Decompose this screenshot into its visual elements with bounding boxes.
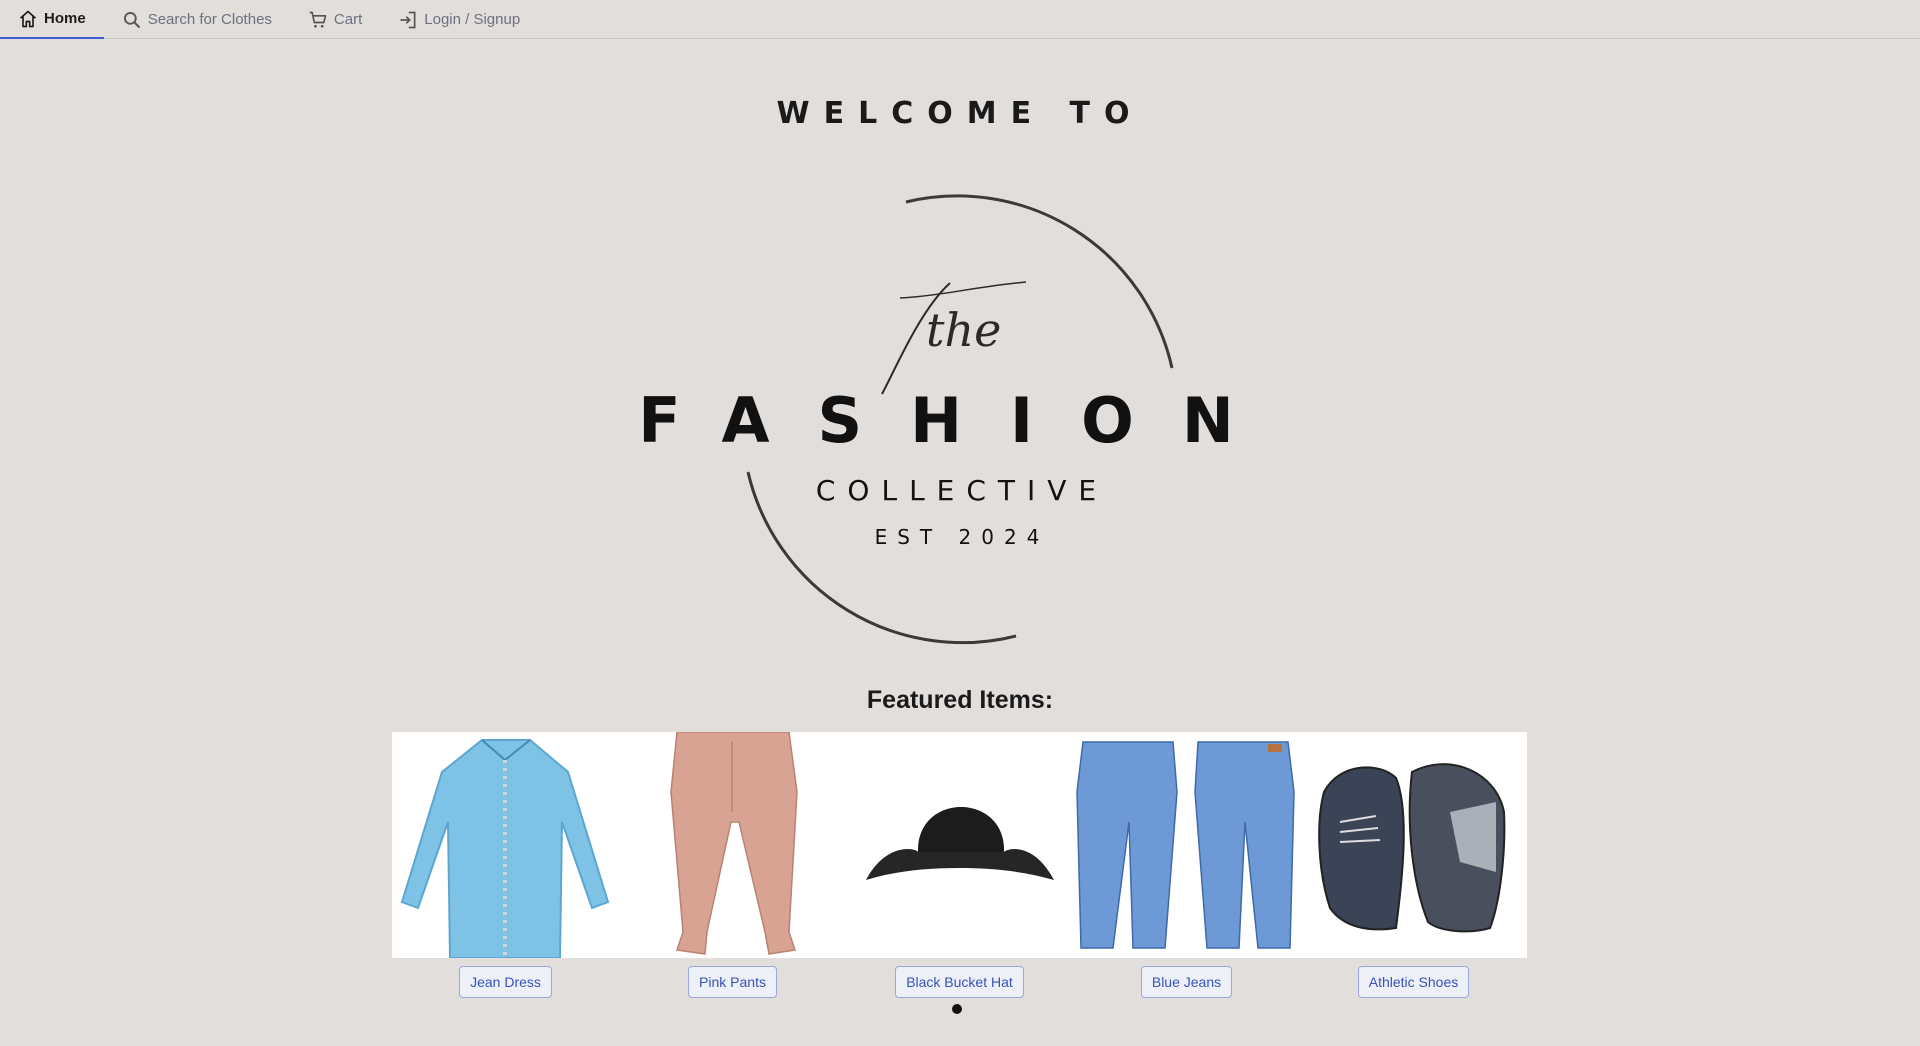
nav-search[interactable]: Search for Clothes [104,0,290,39]
nav-cart-label: Cart [333,11,363,28]
item-pink-pants-button[interactable]: Pink Pants [688,966,777,998]
nav-home[interactable]: Home [0,0,104,39]
featured-labels: Jean Dress Pink Pants Black Bucket Hat B… [392,966,1527,998]
logo-script: the [926,303,1001,357]
search-icon [123,11,140,28]
nav-search-label: Search for Clothes [147,11,272,28]
logo-sub: COLLECTIVE [816,474,1108,507]
athletic-shoes-image[interactable] [1300,732,1527,958]
cart-icon [309,11,327,28]
pink-pants-image[interactable] [619,732,846,958]
nav-login-label: Login / Signup [424,11,521,28]
item-jean-dress-button[interactable]: Jean Dress [459,966,552,998]
featured-carousel[interactable] [392,732,1527,958]
featured-title: Featured Items: [866,686,1054,714]
jean-dress-image[interactable] [392,732,619,958]
brand-logo: the FASHION COLLECTIVE EST 2024 [638,194,1281,645]
top-nav: Home Search for Clothes Cart Login / Sig… [0,0,1920,39]
blue-jeans-image[interactable] [1073,732,1300,958]
carousel-page-dot[interactable] [952,1004,962,1014]
welcome-heading: WELCOME TO [776,96,1144,131]
home-icon [19,10,37,27]
item-bucket-hat-button[interactable]: Black Bucket Hat [895,966,1024,998]
logo-main: FASHION [638,384,1281,457]
nav-cart[interactable]: Cart [290,0,380,39]
logo-est: EST 2024 [875,525,1050,549]
bucket-hat-image[interactable] [846,732,1073,958]
item-blue-jeans-button[interactable]: Blue Jeans [1140,966,1233,998]
nav-login[interactable]: Login / Signup [380,0,538,39]
login-icon [400,11,416,28]
item-athletic-shoes-button[interactable]: Athletic Shoes [1357,966,1470,998]
nav-home-label: Home [44,10,86,27]
